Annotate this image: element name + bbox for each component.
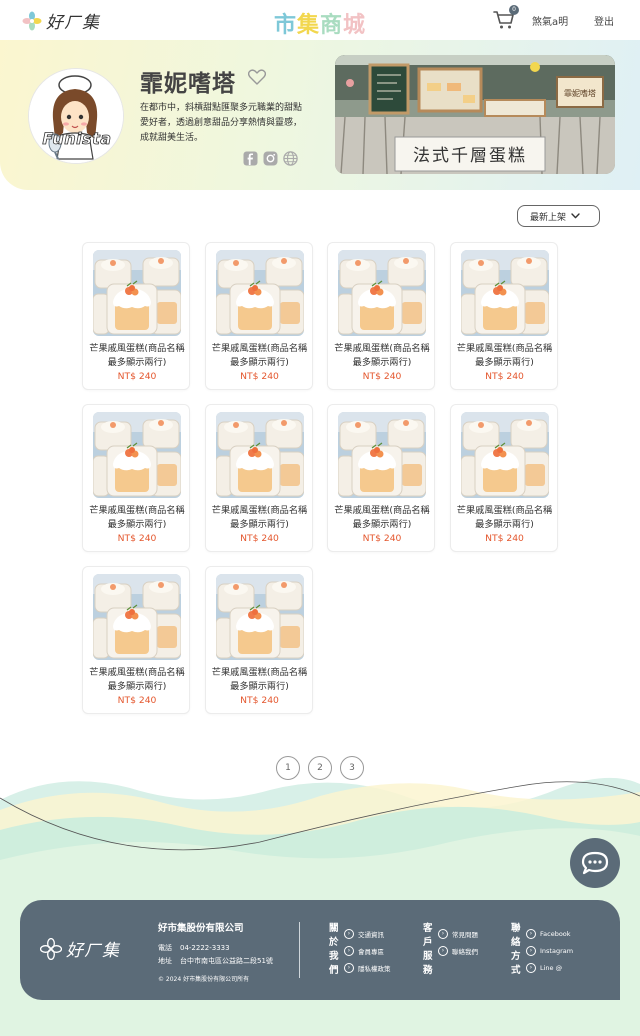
- footer-link[interactable]: › 常見問題: [438, 925, 478, 942]
- photo-sign-text: 法式千層蛋糕: [413, 146, 527, 166]
- footer-divider: [299, 922, 300, 978]
- product-name[interactable]: 芒果戚風蛋糕(商品名稱最多顯示兩行): [211, 504, 309, 532]
- footer-link[interactable]: › 隱私權政策: [344, 959, 391, 976]
- phone-number: 04-2222-3333: [180, 944, 230, 952]
- product-name[interactable]: 芒果戚風蛋糕(商品名稱最多顯示兩行): [456, 342, 554, 370]
- product-image[interactable]: [215, 574, 304, 660]
- chevron-right-icon: ›: [438, 945, 448, 956]
- facebook-icon[interactable]: [243, 151, 258, 166]
- product-image[interactable]: [93, 574, 181, 660]
- chevron-down-icon: [571, 213, 580, 219]
- product-name[interactable]: 芒果戚風蛋糕(商品名稱最多顯示兩行): [88, 342, 186, 370]
- footer-logo-text: 好ㄏ集: [66, 941, 120, 961]
- photo-board-text: 霏妮嗜塔: [564, 88, 596, 98]
- contact-info: 電話 04-2222-3333 地址 台中市南屯區公益路二段51號: [158, 942, 273, 968]
- chevron-right-icon: ›: [526, 962, 536, 973]
- product-image[interactable]: [93, 412, 181, 498]
- footer-link[interactable]: › 聯絡我們: [438, 942, 478, 959]
- chevron-right-icon: ›: [526, 928, 536, 939]
- product-card[interactable]: 芒果戚風蛋糕(商品名稱最多顯示兩行) NT$ 240: [327, 404, 435, 552]
- copyright: © 2024 好市集股份有限公司所有: [158, 976, 250, 983]
- product-price: NT$ 240: [485, 533, 524, 544]
- product-card[interactable]: 芒果戚風蛋糕(商品名稱最多顯示兩行) NT$ 240: [204, 242, 313, 390]
- company-name: 好市集股份有限公司: [158, 923, 244, 934]
- user-name-link[interactable]: 煞氣a明: [532, 13, 568, 28]
- product-price: NT$ 240: [240, 533, 279, 544]
- product-image[interactable]: [338, 412, 426, 498]
- product-card[interactable]: 芒果戚風蛋糕(商品名稱最多顯示兩行) NT$ 240: [449, 404, 558, 552]
- product-price: NT$ 240: [362, 371, 402, 382]
- logout-button[interactable]: 登出: [594, 13, 614, 28]
- chat-icon: [581, 851, 609, 875]
- product-image[interactable]: [215, 412, 304, 498]
- product-image[interactable]: [338, 250, 426, 336]
- product-image[interactable]: [93, 250, 181, 336]
- flower-logo-icon: [40, 937, 62, 960]
- footer-logo[interactable]: 好ㄏ集: [40, 936, 120, 961]
- instagram-icon[interactable]: [263, 151, 278, 166]
- footer-link-line[interactable]: › Line @: [526, 959, 573, 976]
- globe-icon[interactable]: [283, 151, 298, 166]
- product-price: NT$ 240: [240, 371, 279, 382]
- product-price: NT$ 240: [362, 533, 402, 544]
- shop-avatar: Funista: [28, 68, 124, 164]
- cart-count-badge: 0: [509, 5, 519, 15]
- product-card[interactable]: 芒果戚風蛋糕(商品名稱最多顯示兩行) NT$ 240: [82, 242, 190, 390]
- address-label: 地址: [158, 957, 172, 965]
- chevron-right-icon: ›: [438, 928, 448, 939]
- footer-link[interactable]: › 交通資訊: [344, 925, 391, 942]
- product-name[interactable]: 芒果戚風蛋糕(商品名稱最多顯示兩行): [333, 504, 431, 532]
- footer-link[interactable]: › 會員專區: [344, 942, 391, 959]
- sort-dropdown[interactable]: 最新上架: [517, 205, 600, 227]
- product-name[interactable]: 芒果戚風蛋糕(商品名稱最多顯示兩行): [88, 666, 186, 694]
- product-name[interactable]: 芒果戚風蛋糕(商品名稱最多顯示兩行): [211, 666, 309, 694]
- product-price: NT$ 240: [117, 695, 157, 706]
- product-card[interactable]: 芒果戚風蛋糕(商品名稱最多顯示兩行) NT$ 240: [204, 566, 313, 714]
- product-name[interactable]: 芒果戚風蛋糕(商品名稱最多顯示兩行): [211, 342, 309, 370]
- product-image[interactable]: [460, 250, 549, 336]
- site-title-char: 集: [296, 13, 320, 38]
- heart-icon[interactable]: [248, 69, 266, 85]
- site-footer: 好ㄏ集 好市集股份有限公司 電話 04-2222-3333 地址 台中市南屯區公益路…: [20, 900, 620, 1000]
- chevron-right-icon: ›: [344, 962, 354, 973]
- footer-col-title: 關於我們: [329, 923, 339, 976]
- chevron-right-icon: ›: [526, 945, 536, 956]
- shop-description: 在都市中，斜槓甜點匯聚多元職業的甜點愛好者，透過創意甜品分享熱情與靈感，成就甜美…: [140, 103, 303, 143]
- avatar-illustration: [29, 69, 123, 163]
- footer-col-title: 聯絡方式: [511, 923, 521, 976]
- shop-name: 霏妮嗜塔: [140, 71, 236, 97]
- chevron-right-icon: ›: [344, 928, 354, 939]
- product-name[interactable]: 芒果戚風蛋糕(商品名稱最多顯示兩行): [456, 504, 554, 532]
- product-price: NT$ 240: [485, 371, 524, 382]
- address: 台中市南屯區公益路二段51號: [180, 957, 273, 965]
- sort-label: 最新上架: [530, 212, 567, 223]
- shop-banner-photo: 霏妮嗜塔 法式千層蛋糕: [335, 55, 615, 174]
- site-title-char: 城: [343, 13, 367, 38]
- product-image[interactable]: [215, 250, 304, 336]
- footer-col-title: 客戶服務: [423, 923, 433, 976]
- product-price: NT$ 240: [117, 533, 157, 544]
- site-title-char: 商: [320, 13, 344, 38]
- footer-link-facebook[interactable]: › Facebook: [526, 925, 573, 942]
- site-title-char: 市: [273, 13, 297, 38]
- product-card[interactable]: 芒果戚風蛋糕(商品名稱最多顯示兩行) NT$ 240: [82, 566, 190, 714]
- product-card[interactable]: 芒果戚風蛋糕(商品名稱最多顯示兩行) NT$ 240: [204, 404, 313, 552]
- chat-button[interactable]: [570, 838, 620, 888]
- product-card[interactable]: 芒果戚風蛋糕(商品名稱最多顯示兩行) NT$ 240: [82, 404, 190, 552]
- product-card[interactable]: 芒果戚風蛋糕(商品名稱最多顯示兩行) NT$ 240: [327, 242, 435, 390]
- social-links: [243, 151, 298, 166]
- phone-label: 電話: [158, 944, 172, 952]
- product-image[interactable]: [460, 412, 549, 498]
- product-price: NT$ 240: [117, 371, 157, 382]
- product-price: NT$ 240: [240, 695, 279, 706]
- product-name[interactable]: 芒果戚風蛋糕(商品名稱最多顯示兩行): [88, 504, 186, 532]
- footer-link-instagram[interactable]: › Instagram: [526, 942, 573, 959]
- product-card[interactable]: 芒果戚風蛋糕(商品名稱最多顯示兩行) NT$ 240: [449, 242, 558, 390]
- site-header: 好ㄏ集 市集商城 0 煞氣a明 登出: [0, 0, 640, 40]
- chevron-right-icon: ›: [344, 945, 354, 956]
- avatar-text: Funista: [42, 129, 112, 149]
- product-name[interactable]: 芒果戚風蛋糕(商品名稱最多顯示兩行): [333, 342, 431, 370]
